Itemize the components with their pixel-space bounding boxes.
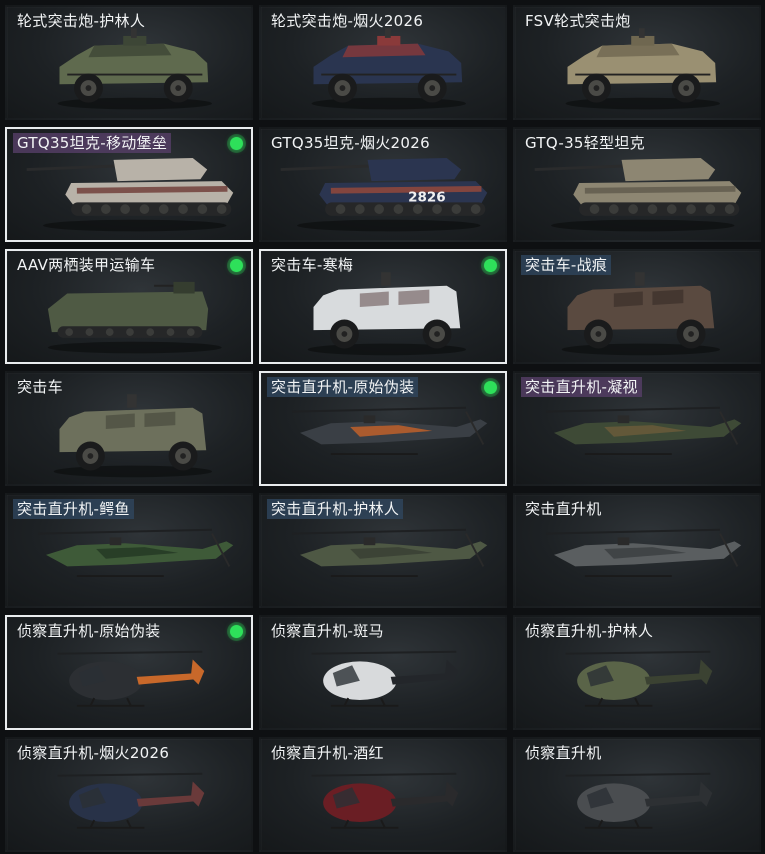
vehicle-card[interactable]: 轮式突击炮-护林人 xyxy=(5,5,253,120)
vehicle-name: 轮式突击炮-护林人 xyxy=(17,12,146,30)
vehicle-name: 突击直升机-原始伪装 xyxy=(267,377,419,397)
equipped-indicator-icon xyxy=(230,259,243,272)
vehicle-card[interactable]: 侦察直升机-原始伪装 xyxy=(5,615,253,730)
vehicle-card[interactable]: 侦察直升机-斑马 xyxy=(259,615,507,730)
vehicle-card[interactable]: 突击直升机 xyxy=(513,493,761,608)
equipped-indicator-icon xyxy=(230,137,243,150)
vehicle-card[interactable]: 侦察直升机-酒红 xyxy=(259,737,507,852)
vehicle-name: 突击直升机 xyxy=(525,500,602,518)
vehicle-card[interactable]: 侦察直升机-烟火2026 xyxy=(5,737,253,852)
vehicle-name: GTQ35坦克-烟火2026 xyxy=(271,134,430,152)
svg-text:2826: 2826 xyxy=(408,189,446,205)
vehicle-name: 侦察直升机-原始伪装 xyxy=(17,622,161,640)
vehicle-name: 侦察直升机-斑马 xyxy=(271,622,384,640)
vehicle-card[interactable]: 突击车-战痕 xyxy=(513,249,761,364)
vehicle-name: FSV轮式突击炮 xyxy=(525,12,631,30)
vehicle-card[interactable]: FSV轮式突击炮 xyxy=(513,5,761,120)
vehicle-card[interactable]: 突击车 xyxy=(5,371,253,486)
vehicle-card[interactable]: 突击直升机-护林人 xyxy=(259,493,507,608)
vehicle-card[interactable]: 侦察直升机 xyxy=(513,737,761,852)
vehicle-name: 突击直升机-凝视 xyxy=(521,377,642,397)
vehicle-name: 突击车-寒梅 xyxy=(271,256,354,274)
vehicle-name: AAV两栖装甲运输车 xyxy=(17,256,156,274)
vehicle-name: 突击直升机-鳄鱼 xyxy=(13,499,134,519)
vehicle-card[interactable]: 突击直升机-原始伪装 xyxy=(259,371,507,486)
vehicle-card[interactable]: 侦察直升机-护林人 xyxy=(513,615,761,730)
vehicle-card[interactable]: GTQ35坦克-移动堡垒 xyxy=(5,127,253,242)
vehicle-name: 侦察直升机 xyxy=(525,744,602,762)
vehicle-name: 突击车 xyxy=(17,378,63,396)
equipped-indicator-icon xyxy=(484,259,497,272)
vehicle-name: GTQ-35轻型坦克 xyxy=(525,134,645,152)
vehicle-name: 侦察直升机-护林人 xyxy=(525,622,654,640)
vehicle-card[interactable]: 突击车-寒梅 xyxy=(259,249,507,364)
vehicle-card[interactable]: 突击直升机-凝视 xyxy=(513,371,761,486)
vehicle-name: 轮式突击炮-烟火2026 xyxy=(271,12,424,30)
vehicle-card[interactable]: 突击直升机-鳄鱼 xyxy=(5,493,253,608)
vehicle-name: 突击车-战痕 xyxy=(521,255,612,275)
vehicle-name: 突击直升机-护林人 xyxy=(267,499,404,519)
vehicle-name: 侦察直升机-酒红 xyxy=(271,744,384,762)
vehicle-card[interactable]: AAV两栖装甲运输车 xyxy=(5,249,253,364)
equipped-indicator-icon xyxy=(230,625,243,638)
vehicle-skin-grid: 轮式突击炮-护林人 轮式突击炮-烟火2026 FSV轮式突击炮 GTQ35坦克-移动堡… xyxy=(5,5,761,852)
vehicle-name: GTQ35坦克-移动堡垒 xyxy=(13,133,172,153)
equipped-indicator-icon xyxy=(484,381,497,394)
vehicle-card[interactable]: 轮式突击炮-烟火2026 xyxy=(259,5,507,120)
vehicle-card[interactable]: 2826 GTQ35坦克-烟火2026 xyxy=(259,127,507,242)
vehicle-card[interactable]: GTQ-35轻型坦克 xyxy=(513,127,761,242)
vehicle-name: 侦察直升机-烟火2026 xyxy=(17,744,170,762)
